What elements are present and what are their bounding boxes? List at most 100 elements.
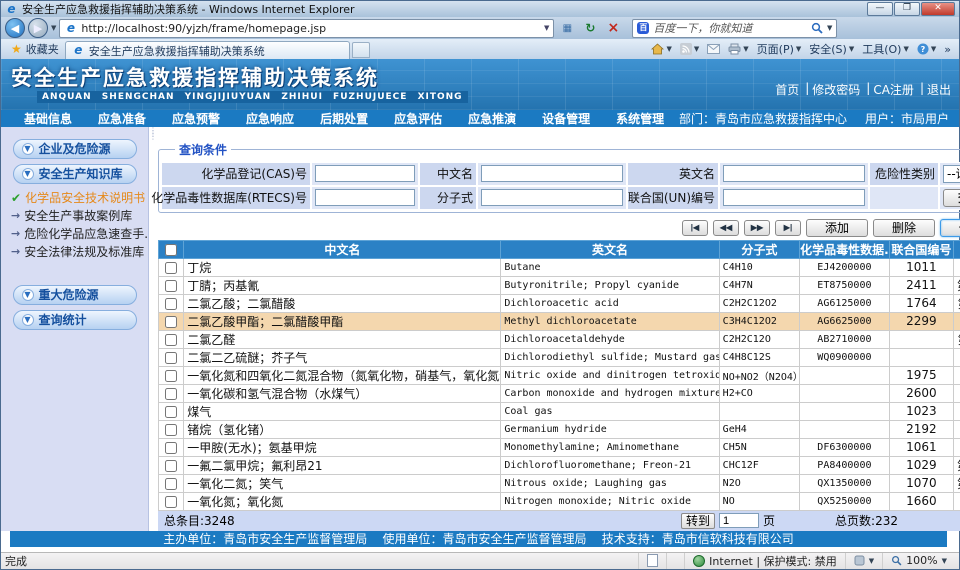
refresh-button[interactable]: ↻ bbox=[580, 19, 600, 38]
table-row[interactable]: 一氧化碳和氢气混合物（水煤气）Carbon monoxide and hydro… bbox=[159, 384, 960, 402]
formula-input[interactable] bbox=[481, 189, 623, 206]
zoom-control[interactable]: 100% ▼ bbox=[882, 553, 955, 569]
last-page-button[interactable]: ▶| bbox=[775, 220, 801, 236]
row-checkbox[interactable] bbox=[165, 406, 177, 418]
minimize-button[interactable]: — bbox=[867, 2, 893, 16]
table-row[interactable]: 丁腈；丙基氰Butyronitrile; Propyl cyanideC4H7N… bbox=[159, 276, 960, 294]
cn-name-input[interactable] bbox=[481, 165, 623, 182]
nav-item[interactable]: 应急评估 bbox=[394, 110, 442, 127]
delete-button[interactable]: 删除 bbox=[873, 219, 935, 237]
home-dropdown-icon[interactable]: ▼ bbox=[666, 45, 671, 53]
row-checkbox[interactable] bbox=[165, 424, 177, 436]
row-checkbox[interactable] bbox=[165, 298, 177, 310]
un-number-input[interactable] bbox=[723, 189, 865, 206]
stop-button[interactable]: × bbox=[603, 19, 623, 38]
search-icon[interactable] bbox=[811, 22, 823, 34]
table-row[interactable]: 二氯乙酸；二氯醋酸Dichloroacetic acidC2H2C12O2AG6… bbox=[159, 294, 960, 312]
status-filter-segment[interactable]: ▼ bbox=[845, 553, 882, 569]
row-checkbox[interactable] bbox=[165, 442, 177, 454]
nav-item[interactable]: 设备管理 bbox=[542, 110, 590, 127]
page-menu-button[interactable]: 页面(P)▼ bbox=[757, 41, 802, 57]
row-checkbox[interactable] bbox=[165, 478, 177, 490]
table-row[interactable]: 锗烷（氢化锗）Germanium hydrideGeH42192第2.3类 毒性… bbox=[159, 420, 960, 438]
row-checkbox[interactable] bbox=[165, 262, 177, 274]
maximize-button[interactable]: ❐ bbox=[894, 2, 920, 16]
back-button[interactable]: ◀ bbox=[5, 18, 25, 38]
table-row[interactable]: 一氧化二氮；笑气Nitrous oxide; Laughing gasN2OQX… bbox=[159, 474, 960, 492]
rtecs-input[interactable] bbox=[315, 189, 415, 206]
forward-button[interactable]: ▶ bbox=[28, 18, 48, 38]
feeds-button[interactable]: ▼ bbox=[680, 43, 699, 55]
next-page-button[interactable]: ▶▶ bbox=[744, 220, 770, 236]
row-checkbox[interactable] bbox=[165, 334, 177, 346]
banner-link[interactable]: 退出 bbox=[927, 81, 951, 98]
table-row[interactable]: 二氯二乙硫醚；芥子气Dichlorodiethyl sulfide; Musta… bbox=[159, 348, 960, 366]
tools-menu-button[interactable]: 工具(O)▼ bbox=[862, 41, 909, 57]
history-dropdown-icon[interactable]: ▼ bbox=[51, 24, 56, 32]
row-checkbox[interactable] bbox=[165, 316, 177, 328]
row-checkbox[interactable] bbox=[165, 280, 177, 292]
table-row[interactable]: 一甲胺(无水)；氨基甲烷Monomethylamine; Aminomethan… bbox=[159, 438, 960, 456]
browser-tab[interactable]: e 安全生产应急救援指挥辅助决策系统 bbox=[65, 41, 350, 59]
sidebar-item[interactable]: ✔化学品安全技术说明书 bbox=[11, 189, 148, 207]
table-row[interactable]: 丁烷ButaneC4H10EJ42000001011第2.1类 易燃气体 bbox=[159, 258, 960, 276]
nav-item[interactable]: 基础信息 bbox=[24, 110, 72, 127]
help-button[interactable]: ?▼ bbox=[917, 43, 936, 55]
banner-link[interactable]: 修改密码 bbox=[812, 81, 860, 98]
column-header[interactable]: 英文名 bbox=[501, 240, 719, 258]
sidebar-item[interactable]: →危险化学品应急速查手... bbox=[11, 225, 148, 243]
safety-menu-button[interactable]: 安全(S)▼ bbox=[809, 41, 854, 57]
sidebar-group-knowledge-base[interactable]: ▼ 安全生产知识库 bbox=[13, 164, 137, 184]
column-header[interactable]: 危险性类别 bbox=[954, 240, 960, 258]
row-checkbox[interactable] bbox=[165, 388, 177, 400]
column-header[interactable]: 中文名 bbox=[184, 240, 501, 258]
nav-item[interactable]: 应急预警 bbox=[172, 110, 220, 127]
compatibility-view-button[interactable]: ▦ bbox=[557, 19, 577, 38]
first-page-button[interactable]: |◀ bbox=[682, 220, 708, 236]
table-row[interactable]: 煤气Coal gas1023第2.3类 毒性气体 bbox=[159, 402, 960, 420]
home-button[interactable]: ▼ bbox=[651, 43, 671, 55]
nav-item[interactable]: 应急响应 bbox=[246, 110, 294, 127]
sidebar-item[interactable]: →安全法律法规及标准库 bbox=[11, 243, 148, 261]
page-number-input[interactable] bbox=[719, 513, 759, 528]
nav-item[interactable]: 应急准备 bbox=[98, 110, 146, 127]
prev-page-button[interactable]: ◀◀ bbox=[713, 220, 739, 236]
column-header[interactable]: 联合国编号 bbox=[889, 240, 953, 258]
goto-page-button[interactable]: 转到 bbox=[681, 513, 715, 529]
row-checkbox[interactable] bbox=[165, 460, 177, 472]
nav-item[interactable]: 系统管理 bbox=[616, 110, 664, 127]
mail-button[interactable] bbox=[707, 44, 720, 54]
favorites-button[interactable]: ★ 收藏夹 bbox=[5, 39, 65, 59]
sidebar-item[interactable]: →安全生产事故案例库 bbox=[11, 207, 148, 225]
column-header[interactable]: 化学品毒性数据.. bbox=[800, 240, 890, 258]
table-row[interactable]: 二氯乙醛DichloroacetaldehydeC2H2C12OAB271000… bbox=[159, 330, 960, 348]
banner-link[interactable]: CA注册 bbox=[873, 81, 914, 98]
sidebar-group-major-hazard[interactable]: ▼ 重大危险源 bbox=[13, 285, 137, 305]
table-row[interactable]: 一氟二氯甲烷；氟利昂21Dichlorofluoromethane; Freon… bbox=[159, 456, 960, 474]
nav-item[interactable]: 后期处置 bbox=[320, 110, 368, 127]
sidebar-group-query-stats[interactable]: ▼ 查询统计 bbox=[13, 310, 137, 330]
print-dropdown-icon[interactable]: ▼ bbox=[743, 45, 748, 53]
search-button[interactable]: 查询 bbox=[943, 189, 960, 207]
search-dropdown-icon[interactable]: ▼ bbox=[827, 24, 832, 32]
row-checkbox[interactable] bbox=[165, 496, 177, 508]
select-all-checkbox[interactable] bbox=[165, 244, 177, 256]
add-button[interactable]: 添加 bbox=[806, 219, 868, 237]
row-checkbox[interactable] bbox=[165, 370, 177, 382]
search-input[interactable]: 百 百度一下，你就知道 ▼ bbox=[632, 19, 837, 38]
hazard-class-select[interactable]: --请选择-- ▼ bbox=[943, 165, 960, 183]
address-input[interactable]: e http://localhost:90/yjzh/frame/homepag… bbox=[59, 19, 554, 38]
table-row[interactable]: 一氧化氮和四氧化二氮混合物（氮氧化物，硝基气，氧化氮气体）Nitric oxid… bbox=[159, 366, 960, 384]
new-tab-button[interactable] bbox=[352, 42, 370, 58]
row-checkbox[interactable] bbox=[165, 352, 177, 364]
cas-input[interactable] bbox=[315, 165, 415, 182]
feeds-dropdown-icon[interactable]: ▼ bbox=[694, 45, 699, 53]
en-name-input[interactable] bbox=[723, 165, 865, 182]
nav-item[interactable]: 应急推演 bbox=[468, 110, 516, 127]
address-dropdown-icon[interactable]: ▼ bbox=[544, 24, 549, 32]
sidebar-group-enterprise-hazard[interactable]: ▼ 企业及危险源 bbox=[13, 139, 137, 159]
print-button[interactable]: ▼ bbox=[728, 43, 748, 55]
column-header[interactable]: 分子式 bbox=[719, 240, 799, 258]
banner-link[interactable]: 首页 bbox=[775, 81, 799, 98]
more-commands-button[interactable]: » bbox=[944, 43, 951, 56]
